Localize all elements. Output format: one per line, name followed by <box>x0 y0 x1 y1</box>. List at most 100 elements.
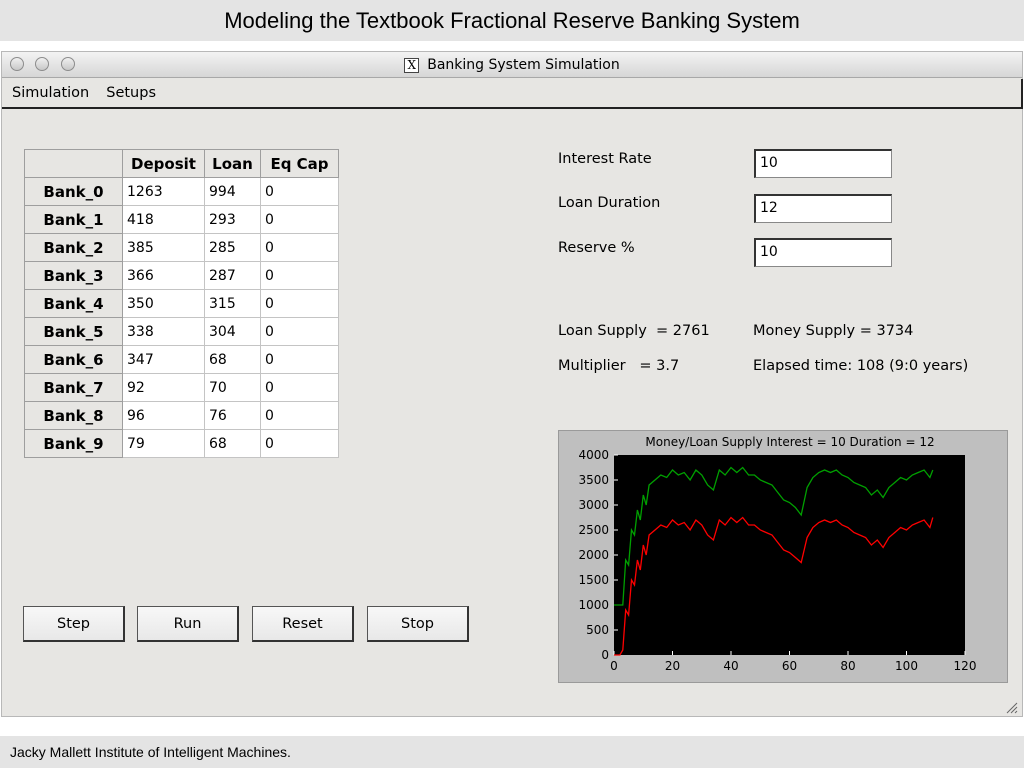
table-row: Bank_1 418 293 0 <box>24 205 339 234</box>
eqcap-cell[interactable]: 0 <box>260 345 339 374</box>
row-header: Bank_2 <box>24 233 123 262</box>
reset-button[interactable]: Reset <box>252 606 354 642</box>
y-tick-label: 2000 <box>578 548 609 562</box>
menu-simulation[interactable]: Simulation <box>12 85 89 101</box>
table-row: Bank_4 350 315 0 <box>24 289 339 318</box>
table-row: Bank_9 79 68 0 <box>24 429 339 458</box>
table-row: Bank_0 1263 994 0 <box>24 177 339 206</box>
x-tick-label: 100 <box>895 659 918 673</box>
deposit-cell[interactable]: 366 <box>122 261 205 290</box>
row-header: Bank_9 <box>24 429 123 458</box>
deposit-header: Deposit <box>122 149 205 178</box>
loan-cell[interactable]: 287 <box>204 261 261 290</box>
y-tick-label: 500 <box>586 623 609 637</box>
window-titlebar[interactable]: X Banking System Simulation <box>2 52 1022 78</box>
multiplier-readout: Multiplier = 3.7 <box>558 358 680 374</box>
resize-grip-icon[interactable] <box>1004 700 1018 714</box>
row-header: Bank_8 <box>24 401 123 430</box>
eqcap-cell[interactable]: 0 <box>260 401 339 430</box>
slide-title: Modeling the Textbook Fractional Reserve… <box>0 0 1024 41</box>
eqcap-cell[interactable]: 0 <box>260 373 339 402</box>
deposit-cell[interactable]: 385 <box>122 233 205 262</box>
loan-cell[interactable]: 68 <box>204 345 261 374</box>
step-button[interactable]: Step <box>23 606 125 642</box>
interest-rate-label: Interest Rate <box>558 151 652 167</box>
x11-icon: X <box>404 57 420 73</box>
loan-cell[interactable]: 70 <box>204 373 261 402</box>
window-title: Banking System Simulation <box>427 57 620 73</box>
eqcap-cell[interactable]: 0 <box>260 429 339 458</box>
loan-header: Loan <box>204 149 261 178</box>
plot-area <box>614 455 965 655</box>
eqcap-header: Eq Cap <box>260 149 339 178</box>
chart-title: Money/Loan Supply Interest = 10 Duration… <box>645 435 934 449</box>
loan-cell[interactable]: 68 <box>204 429 261 458</box>
deposit-cell[interactable]: 350 <box>122 289 205 318</box>
money-supply-readout: Money Supply = 3734 <box>753 323 914 339</box>
deposit-cell[interactable]: 347 <box>122 345 205 374</box>
table-row: Bank_5 338 304 0 <box>24 317 339 346</box>
deposit-cell[interactable]: 338 <box>122 317 205 346</box>
loan-cell[interactable]: 293 <box>204 205 261 234</box>
supply-chart: Money/Loan Supply Interest = 10 Duration… <box>578 435 977 673</box>
y-tick-label: 4000 <box>578 448 609 462</box>
y-tick-label: 3500 <box>578 473 609 487</box>
slide-footer: Jacky Mallett Institute of Intelligent M… <box>0 736 1024 768</box>
table-row: Bank_2 385 285 0 <box>24 233 339 262</box>
loan-cell[interactable]: 76 <box>204 401 261 430</box>
y-tick-label: 3000 <box>578 498 609 512</box>
menu-bar: Simulation Setups <box>2 79 1023 109</box>
eqcap-cell[interactable]: 0 <box>260 205 339 234</box>
row-header: Bank_0 <box>24 177 123 206</box>
x-tick-label: 20 <box>665 659 680 673</box>
row-header: Bank_7 <box>24 373 123 402</box>
table-row: Bank_6 347 68 0 <box>24 345 339 374</box>
row-header: Bank_5 <box>24 317 123 346</box>
deposit-cell[interactable]: 79 <box>122 429 205 458</box>
row-header: Bank_6 <box>24 345 123 374</box>
table-row: Bank_8 96 76 0 <box>24 401 339 430</box>
run-button[interactable]: Run <box>137 606 239 642</box>
table-row: Bank_7 92 70 0 <box>24 373 339 402</box>
table-corner-header <box>24 149 123 178</box>
app-window: X Banking System Simulation Simulation S… <box>1 51 1023 717</box>
x-tick-label: 60 <box>782 659 797 673</box>
loan-supply-readout: Loan Supply = 2761 <box>558 323 710 339</box>
deposit-cell[interactable]: 418 <box>122 205 205 234</box>
y-tick-label: 0 <box>601 648 609 662</box>
deposit-cell[interactable]: 96 <box>122 401 205 430</box>
bank-table: Deposit Loan Eq Cap Bank_0 1263 994 0 Bank_… <box>24 149 339 458</box>
eqcap-cell[interactable]: 0 <box>260 317 339 346</box>
loan-duration-input[interactable]: 12 <box>754 194 892 223</box>
supply-chart-panel: Money/Loan Supply Interest = 10 Duration… <box>558 430 1008 683</box>
eqcap-cell[interactable]: 0 <box>260 177 339 206</box>
x-tick-label: 80 <box>840 659 855 673</box>
reserve-input[interactable]: 10 <box>754 238 892 267</box>
loan-duration-label: Loan Duration <box>558 195 661 211</box>
y-tick-label: 1000 <box>578 598 609 612</box>
row-header: Bank_1 <box>24 205 123 234</box>
y-tick-label: 1500 <box>578 573 609 587</box>
stop-button[interactable]: Stop <box>367 606 469 642</box>
x-tick-label: 0 <box>610 659 618 673</box>
reserve-label: Reserve % <box>558 240 635 256</box>
interest-rate-input[interactable]: 10 <box>754 149 892 178</box>
loan-cell[interactable]: 315 <box>204 289 261 318</box>
x-tick-label: 120 <box>954 659 977 673</box>
y-tick-label: 2500 <box>578 523 609 537</box>
window-title-area: X Banking System Simulation <box>2 52 1022 78</box>
row-header: Bank_4 <box>24 289 123 318</box>
loan-cell[interactable]: 304 <box>204 317 261 346</box>
menu-setups[interactable]: Setups <box>106 85 156 101</box>
eqcap-cell[interactable]: 0 <box>260 233 339 262</box>
x-tick-label: 40 <box>723 659 738 673</box>
loan-cell[interactable]: 285 <box>204 233 261 262</box>
deposit-cell[interactable]: 92 <box>122 373 205 402</box>
table-row: Bank_3 366 287 0 <box>24 261 339 290</box>
deposit-cell[interactable]: 1263 <box>122 177 205 206</box>
loan-cell[interactable]: 994 <box>204 177 261 206</box>
eqcap-cell[interactable]: 0 <box>260 289 339 318</box>
elapsed-time-readout: Elapsed time: 108 (9:0 years) <box>753 358 969 374</box>
row-header: Bank_3 <box>24 261 123 290</box>
eqcap-cell[interactable]: 0 <box>260 261 339 290</box>
